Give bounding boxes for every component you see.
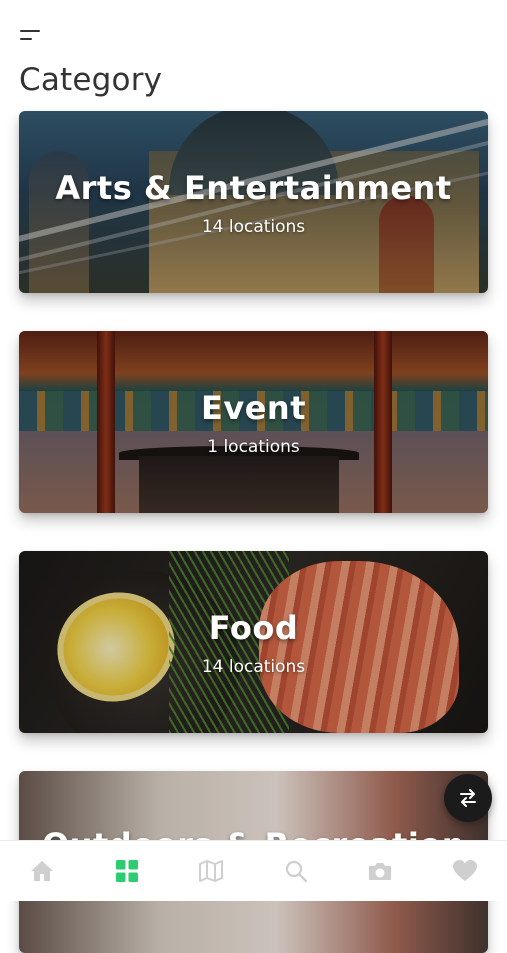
category-card-food[interactable]: Food 14 locations (19, 551, 488, 733)
tab-categories[interactable] (107, 851, 147, 891)
category-name: Arts & Entertainment (55, 169, 452, 207)
category-count: 14 locations (201, 657, 306, 677)
grid-icon (115, 860, 138, 882)
tab-favorites[interactable] (445, 851, 485, 891)
menu-button[interactable] (20, 28, 42, 46)
tab-camera[interactable] (360, 851, 400, 891)
menu-icon-line (20, 30, 40, 32)
camera-icon (369, 863, 392, 880)
heart-icon (452, 860, 477, 881)
category-card-arts-entertainment[interactable]: Arts & Entertainment 14 locations (19, 111, 488, 293)
category-card-event[interactable]: Event 1 locations (19, 331, 488, 513)
swap-view-button[interactable] (444, 774, 492, 822)
menu-icon-line (20, 38, 32, 40)
category-name: Food (208, 609, 299, 647)
tab-search[interactable] (276, 851, 316, 891)
category-count: 14 locations (201, 217, 306, 237)
tab-map[interactable] (191, 851, 231, 891)
category-count: 1 locations (207, 437, 300, 457)
tab-home[interactable] (22, 851, 62, 891)
map-icon (199, 860, 224, 882)
swap-arrows-icon (460, 789, 476, 807)
category-name: Event (201, 389, 306, 427)
page-title: Category (19, 62, 163, 98)
home-icon (31, 861, 54, 881)
search-icon (285, 860, 307, 883)
bottom-tab-bar (0, 840, 507, 901)
